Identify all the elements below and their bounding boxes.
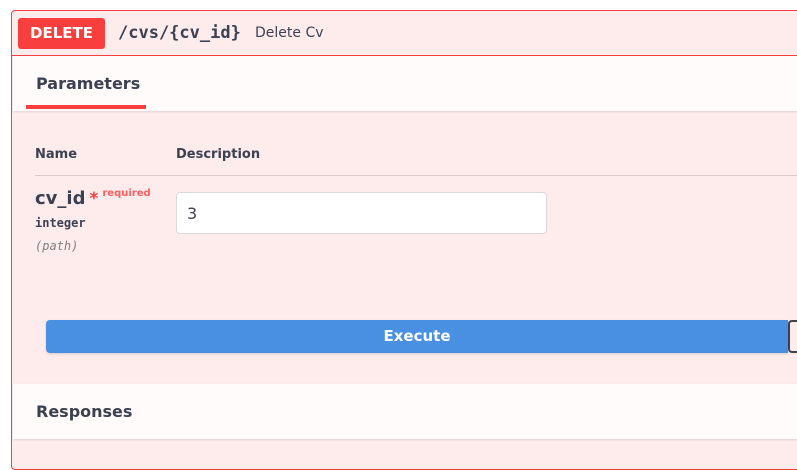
cv-id-input[interactable] — [176, 192, 547, 234]
parameter-type: integer — [35, 216, 86, 230]
parameter-name: cv_id * required — [35, 188, 151, 213]
responses-header: Responses — [13, 384, 797, 439]
parameter-location: (path) — [35, 239, 79, 253]
operation-summary[interactable]: DELETE /cvs/{cv_id} Delete Cv — [12, 11, 797, 56]
required-star: * — [89, 189, 99, 209]
operation-description: Delete Cv — [255, 25, 324, 41]
responses-title: Responses — [36, 402, 133, 421]
parameters-header: Parameters — [13, 56, 797, 111]
parameter-name-text: cv_id — [35, 188, 86, 209]
operation-block-delete: DELETE /cvs/{cv_id} Delete Cv Parameters… — [11, 10, 797, 470]
method-badge: DELETE — [18, 18, 105, 49]
column-header-name: Name — [35, 147, 78, 162]
required-label: required — [102, 188, 151, 199]
operation-path: /cvs/{cv_id} — [118, 23, 241, 43]
column-header-description: Description — [176, 147, 261, 162]
clear-button[interactable] — [788, 320, 797, 353]
execute-button[interactable]: Execute — [46, 320, 788, 353]
header-divider — [35, 175, 797, 176]
tab-active-indicator — [26, 105, 146, 109]
tab-parameters[interactable]: Parameters — [36, 75, 140, 93]
